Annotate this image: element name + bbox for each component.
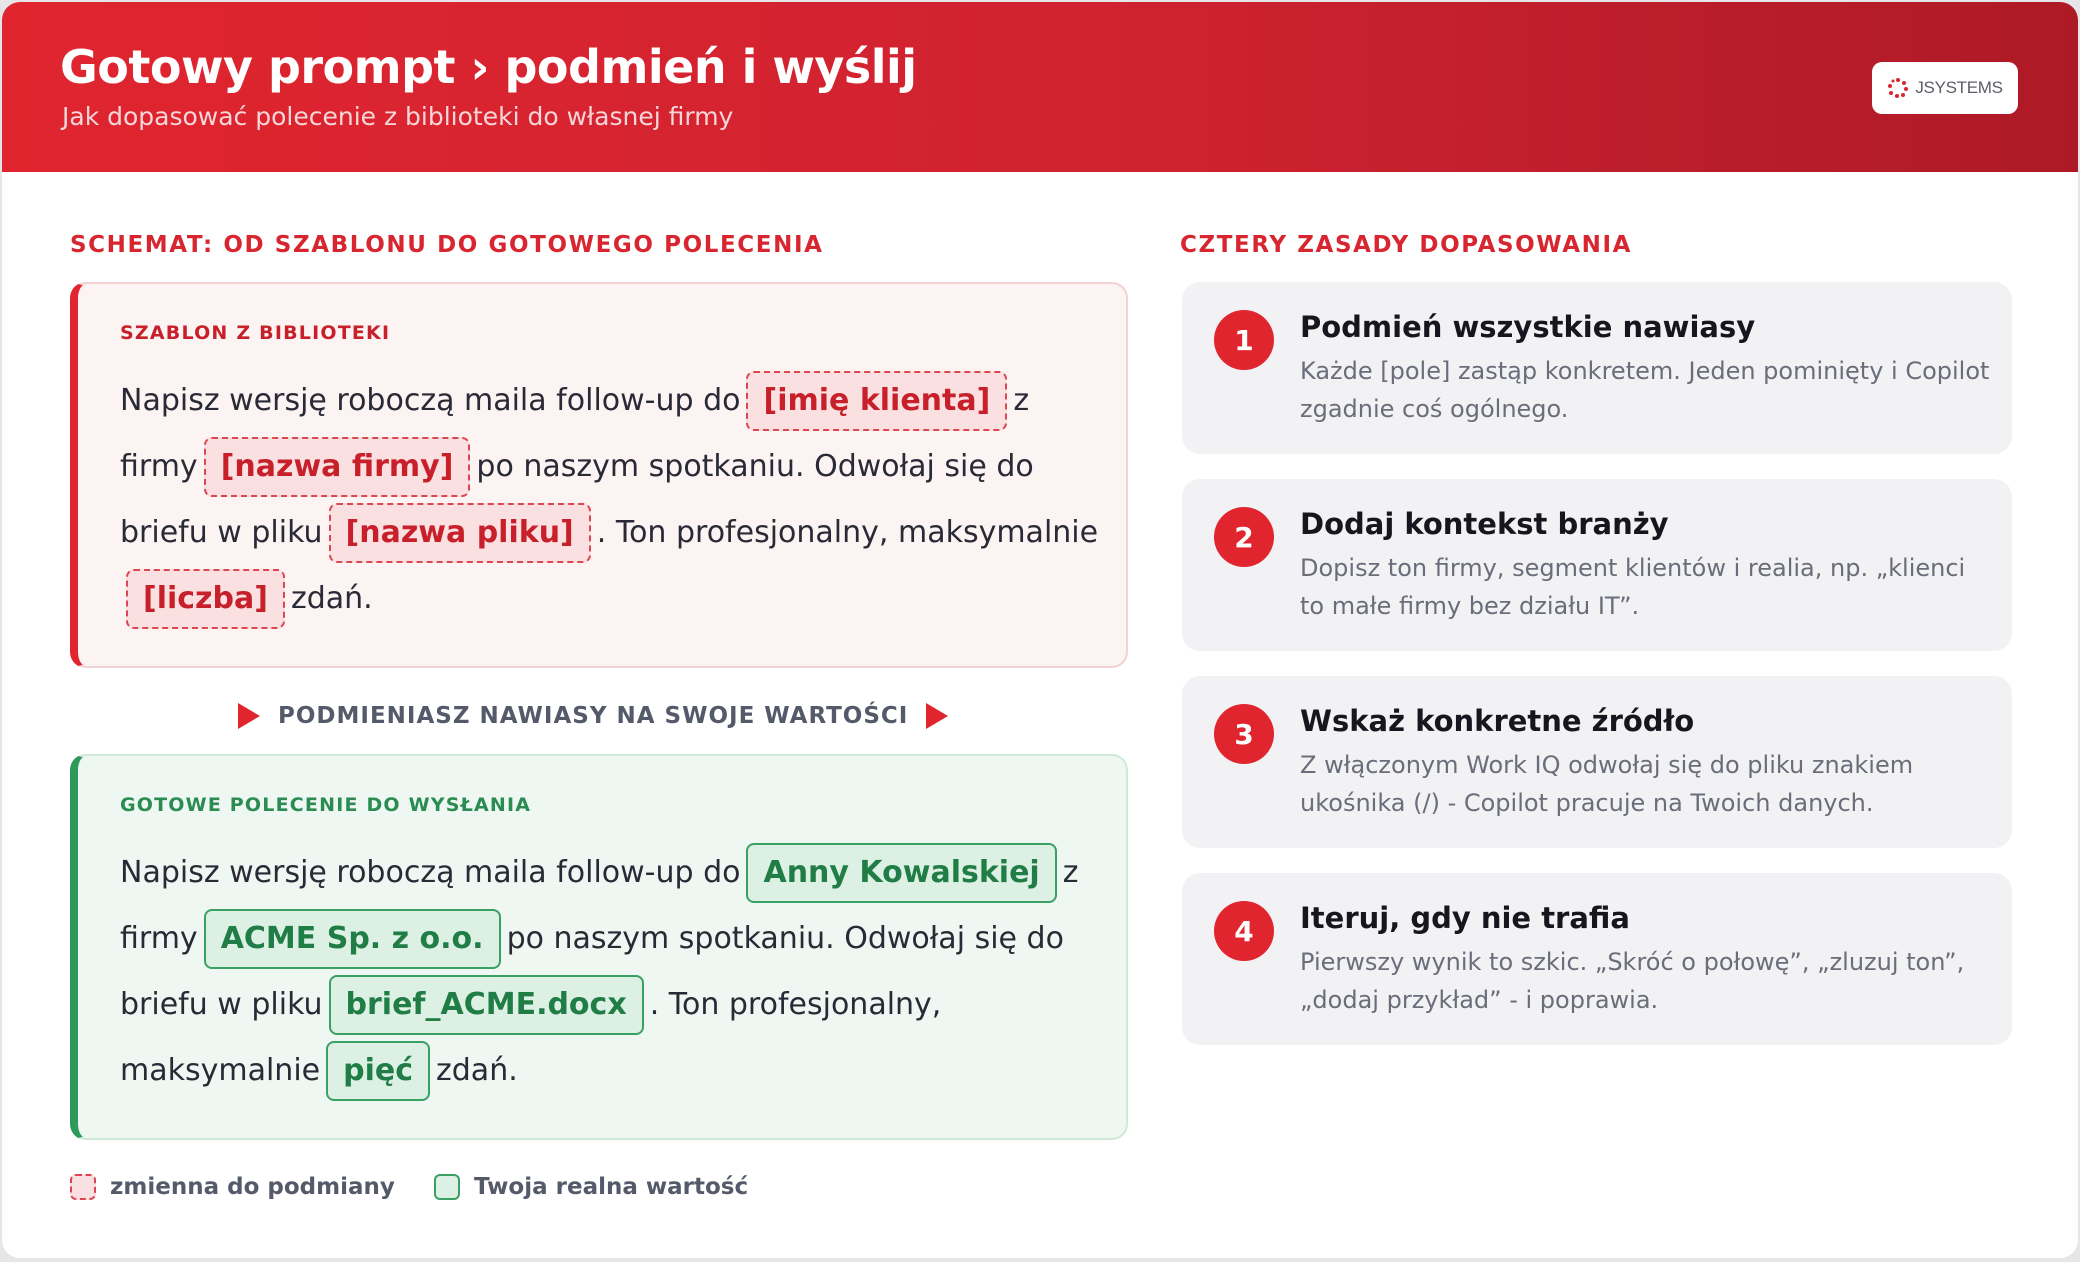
legend-value: Twoja realna wartość	[434, 1174, 748, 1200]
value-chip-company-name: ACME Sp. z o.o.	[203, 909, 501, 969]
prompt-text: . Ton profesjonalny, maksymalnie	[596, 515, 1099, 550]
logo-wordmark: JSYSTEMS	[1915, 78, 2003, 97]
rule-card: 3 Wskaż konkretne źródło Z włączonym Wor…	[1182, 676, 2012, 848]
page-subtitle: Jak dopasować polecenie z biblioteki do …	[62, 102, 734, 131]
brand-logo: JSYSTEMS	[1872, 62, 2018, 114]
template-prompt-text: Napisz wersję roboczą maila follow-up do…	[120, 368, 1100, 632]
rule-description: Z włączonym Work IQ odwołaj się do pliku…	[1300, 751, 1914, 817]
arrow-right-icon	[926, 703, 949, 729]
value-chip-client-name: Anny Kowalskiej	[746, 843, 1057, 903]
legend-value-text: Twoja realna wartość	[474, 1174, 749, 1200]
rule-number-badge: 2	[1214, 507, 1274, 567]
page-title: Gotowy prompt › podmień i wyślij	[60, 40, 917, 94]
rule-number-badge: 3	[1214, 704, 1274, 764]
transform-caption: PODMIENIASZ NAWIASY NA SWOJE WARTOŚCI	[278, 703, 909, 729]
rule-title: Iteruj, gdy nie trafia	[1300, 901, 1630, 935]
ready-prompt-text: Napisz wersję roboczą maila follow-up do…	[120, 840, 1100, 1104]
variable-swatch	[70, 1174, 96, 1200]
template-label: SZABLON Z BIBLIOTEKI	[120, 322, 391, 344]
rule-description: Pierwszy wynik to szkic. „Skróć o połowę…	[1300, 948, 1965, 1014]
variable-chip-file-name: [nazwa pliku]	[328, 503, 591, 563]
rule-title: Podmień wszystkie nawiasy	[1300, 310, 1756, 344]
rule-card: 4 Iteruj, gdy nie trafia Pierwszy wynik …	[1182, 873, 2012, 1045]
ready-label: GOTOWE POLECENIE DO WYSŁANIA	[120, 794, 532, 816]
value-chip-count: pięć	[326, 1041, 431, 1101]
legend-variable-text: zmienna do podmiany	[110, 1174, 395, 1200]
ready-panel: GOTOWE POLECENIE DO WYSŁANIA Napisz wers…	[70, 754, 1128, 1140]
legend-variable: zmienna do podmiany	[70, 1174, 395, 1200]
rule-number-badge: 1	[1214, 310, 1274, 370]
prompt-text: zdań.	[436, 1053, 518, 1088]
arrow-right-icon	[238, 703, 260, 729]
transform-arrow-row: PODMIENIASZ NAWIASY NA SWOJE WARTOŚCI	[238, 696, 949, 736]
value-swatch	[434, 1174, 460, 1200]
rule-card: 1 Podmień wszystkie nawiasy Każde [pole]…	[1182, 282, 2012, 454]
rule-description: Dopisz ton firmy, segment klientów i rea…	[1300, 554, 1966, 620]
rule-description: Każde [pole] zastąp konkretem. Jeden pom…	[1300, 357, 1990, 423]
rules-heading: CZTERY ZASADY DOPASOWANIA	[1180, 232, 1633, 258]
rule-card: 2 Dodaj kontekst branży Dopisz ton firmy…	[1182, 479, 2012, 651]
prompt-text: Napisz wersję roboczą maila follow-up do	[120, 383, 741, 418]
infographic-card: Gotowy prompt › podmień i wyślij Jak dop…	[2, 2, 2078, 1258]
logo-dots-icon	[1888, 78, 1909, 98]
header-banner: Gotowy prompt › podmień i wyślij Jak dop…	[2, 2, 2078, 172]
template-panel: SZABLON Z BIBLIOTEKI Napisz wersję roboc…	[70, 282, 1128, 668]
variable-chip-company-name: [nazwa firmy]	[203, 437, 471, 497]
schema-heading: SCHEMAT: OD SZABLONU DO GOTOWEGO POLECEN…	[70, 232, 824, 258]
prompt-text: zdań.	[290, 581, 373, 616]
value-chip-file-name: brief_ACME.docx	[328, 975, 644, 1035]
rule-title: Dodaj kontekst branży	[1300, 507, 1669, 541]
rule-title: Wskaż konkretne źródło	[1300, 704, 1695, 738]
variable-chip-count: [liczba]	[126, 569, 285, 629]
variable-chip-client-name: [imię klienta]	[746, 371, 1008, 431]
rule-number-badge: 4	[1214, 901, 1274, 961]
prompt-text: Napisz wersję roboczą maila follow-up do	[120, 855, 741, 890]
